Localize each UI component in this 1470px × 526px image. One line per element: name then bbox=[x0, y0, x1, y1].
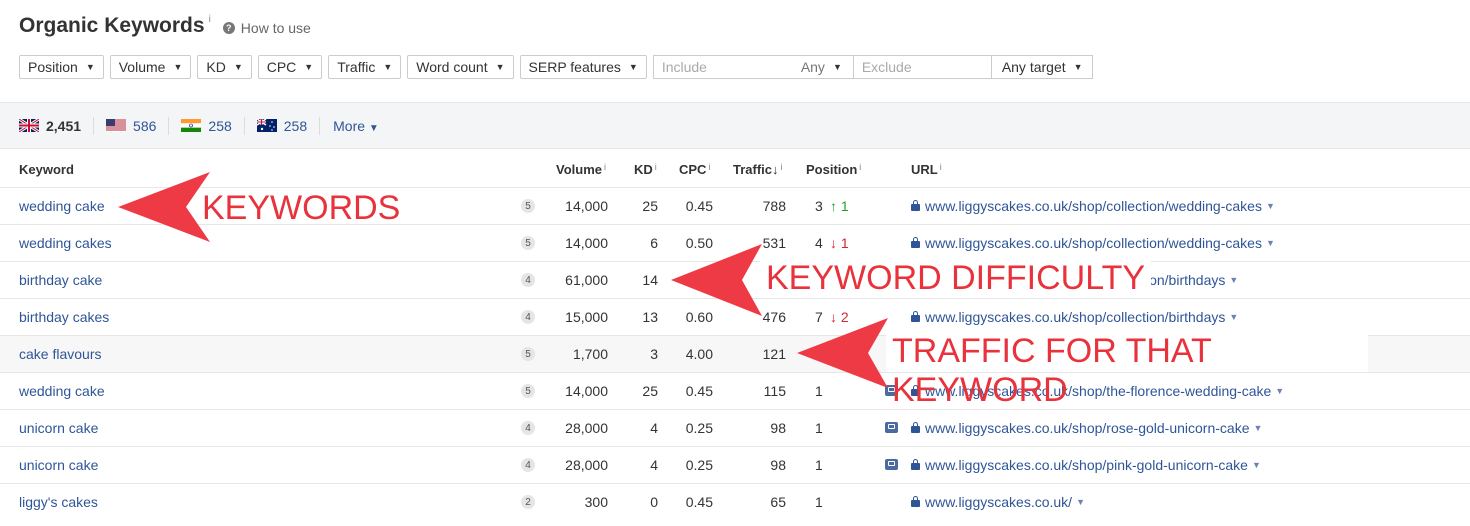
annotation-difficulty: KEYWORD DIFFICULTY bbox=[760, 259, 1152, 298]
arrow-difficulty bbox=[671, 244, 762, 316]
arrow-keywords bbox=[118, 172, 210, 242]
arrow-traffic bbox=[797, 318, 888, 388]
annotation-arrows bbox=[118, 172, 888, 388]
annotation-traffic: TRAFFIC FOR THAT KEYWORD bbox=[886, 332, 1368, 409]
annotation-keywords: KEYWORDS bbox=[202, 189, 401, 227]
